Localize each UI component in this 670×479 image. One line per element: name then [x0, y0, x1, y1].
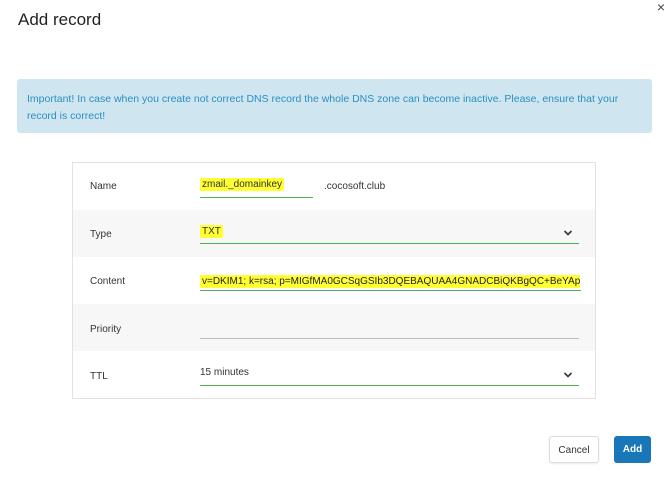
domain-suffix: .cocosoft.club	[324, 181, 386, 192]
ttl-row: TTL 15 minutes	[73, 351, 595, 398]
dialog-title: Add record	[18, 10, 102, 29]
name-label: Name	[90, 181, 117, 192]
chevron-down-icon	[563, 372, 573, 378]
name-input[interactable]: zmail._domainkey	[200, 177, 313, 198]
chevron-down-icon	[563, 230, 573, 236]
record-form: Name zmail._domainkey .cocosoft.club Typ…	[72, 162, 596, 399]
ttl-value: 15 minutes	[200, 367, 249, 378]
type-label: Type	[90, 229, 112, 240]
content-label: Content	[90, 276, 126, 287]
type-value: TXT	[200, 225, 223, 238]
priority-label: Priority	[90, 324, 122, 335]
type-select[interactable]: TXT	[200, 223, 579, 244]
ttl-label: TTL	[90, 371, 108, 382]
priority-row: Priority	[73, 304, 595, 351]
name-value: zmail._domainkey	[200, 178, 285, 191]
cancel-button[interactable]: Cancel	[549, 436, 599, 463]
warning-alert: Important! In case when you create not c…	[17, 79, 652, 133]
type-row: Type TXT	[73, 210, 595, 257]
add-button[interactable]: Add	[614, 436, 651, 463]
name-row: Name zmail._domainkey .cocosoft.club	[73, 163, 595, 210]
content-value: v=DKIM1; k=rsa; p=MIGfMA0GCSqGSIb3DQEBAQ…	[200, 275, 580, 288]
close-icon[interactable]: ×	[654, 0, 668, 14]
priority-input[interactable]	[200, 318, 579, 339]
content-row: Content v=DKIM1; k=rsa; p=MIGfMA0GCSqGSI…	[73, 257, 595, 304]
content-input[interactable]: v=DKIM1; k=rsa; p=MIGfMA0GCSqGSIb3DQEBAQ…	[200, 270, 581, 291]
ttl-select[interactable]: 15 minutes	[200, 365, 579, 386]
